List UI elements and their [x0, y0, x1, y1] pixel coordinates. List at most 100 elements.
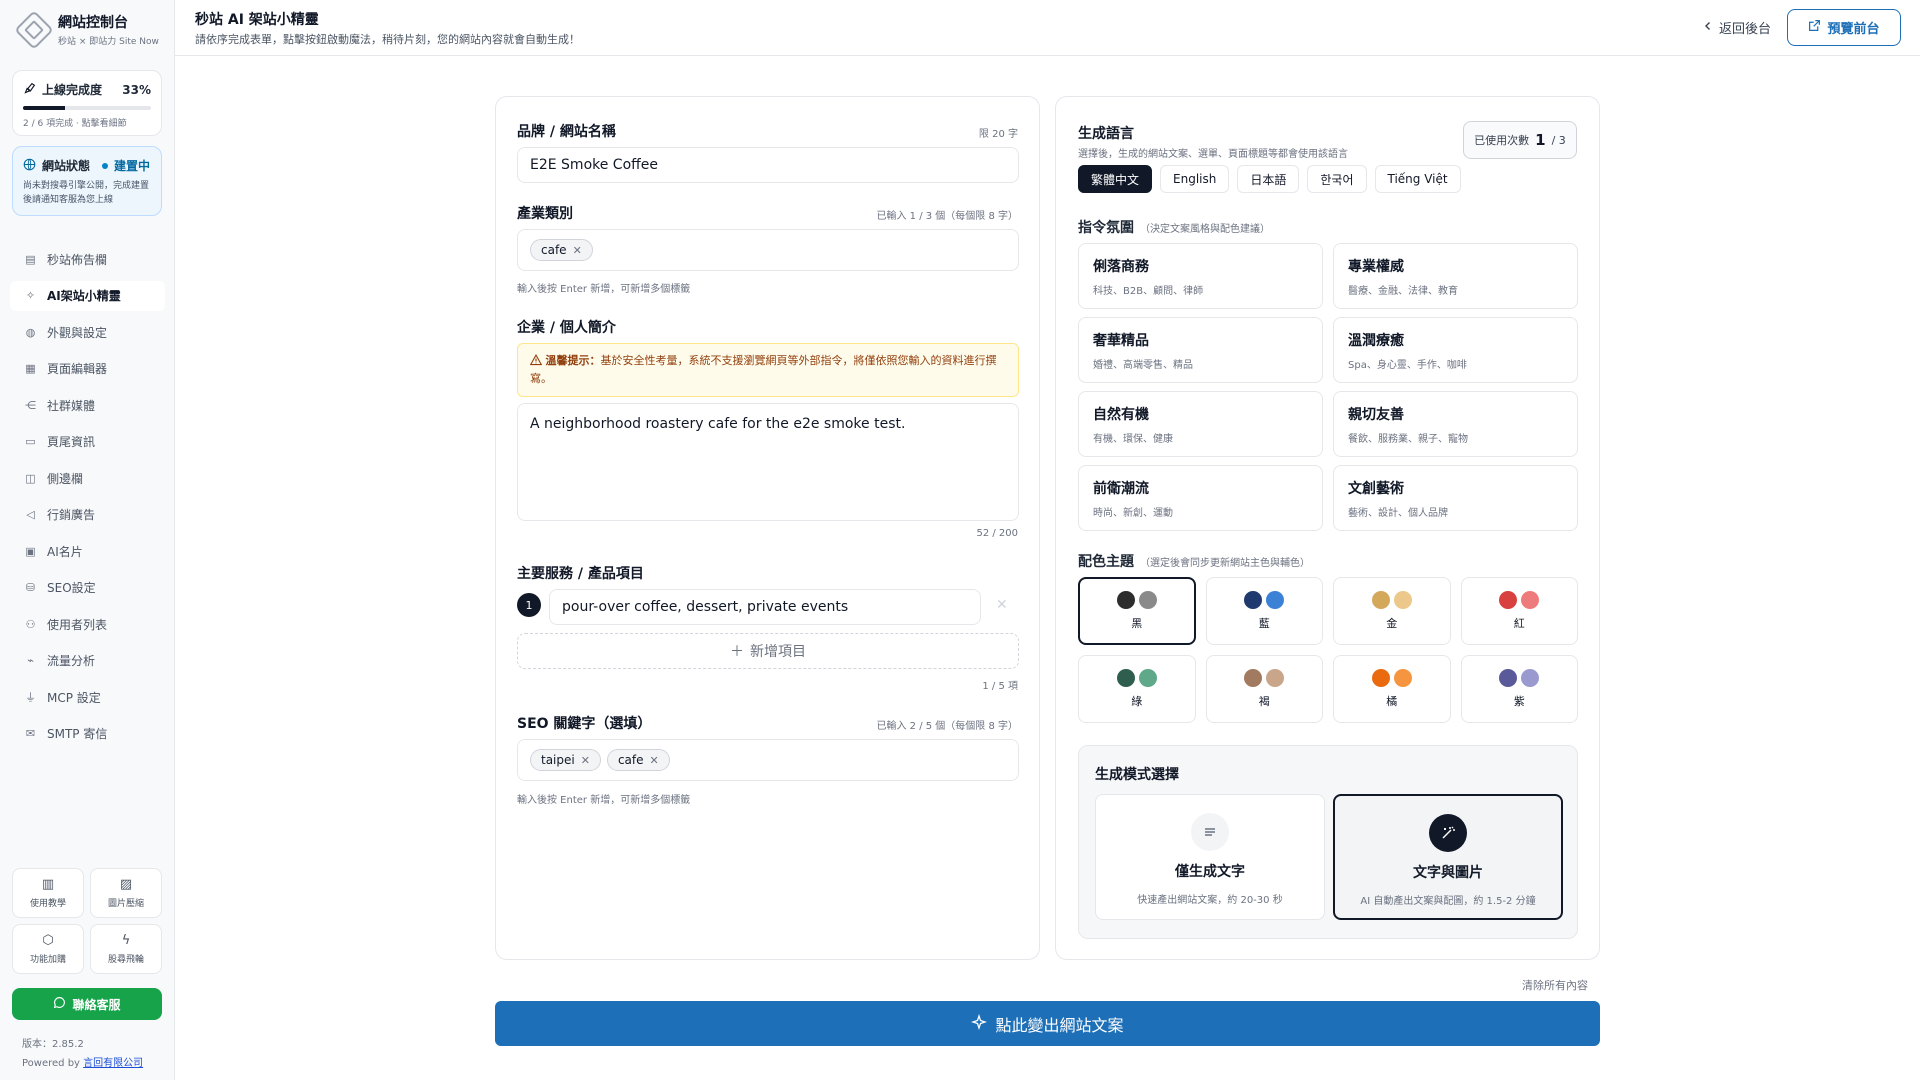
- industry-hint: 已輸入 1 / 3 個（每個限 8 字）: [876, 211, 1018, 222]
- sidebar-item-6[interactable]: ◫ 側邊欄: [10, 463, 165, 493]
- palette-header: 配色主題 （選定後會同步更新網站主色與輔色）: [1078, 551, 1310, 571]
- generate-button[interactable]: 點此變出網站文案: [495, 1001, 1600, 1046]
- brand-name-hint: 限 20 字: [978, 129, 1018, 140]
- mood-option[interactable]: 親切友善 餐飲、服務業、親子、寵物: [1333, 391, 1578, 457]
- generate-label: 點此變出網站文案: [995, 1015, 1124, 1035]
- industry-label: 產業類別: [517, 206, 573, 222]
- tool-button-3[interactable]: ϟ 股尋飛輪: [90, 924, 162, 974]
- primary-swatch: [1371, 591, 1390, 609]
- secondary-swatch: [1266, 591, 1285, 609]
- sidebar-item-5[interactable]: ▭ 頁尾資訊: [10, 427, 165, 457]
- palette-option[interactable]: 褐: [1205, 655, 1323, 723]
- mood-desc: 餐飲、服務業、親子、寵物: [1348, 434, 1468, 445]
- mood-option[interactable]: 俐落商務 科技、B2B、顧問、律師: [1078, 243, 1323, 309]
- sidebar-item-label: 頁尾資訊: [47, 435, 96, 449]
- status-dot: [102, 162, 109, 169]
- primary-swatch: [1371, 669, 1390, 687]
- seo-tag-input[interactable]: taipei ✕ cafe ✕: [517, 739, 1019, 781]
- palette-option[interactable]: 金: [1333, 577, 1451, 645]
- brand[interactable]: 網站控制台 秒站 × 即站力 Site Now: [14, 9, 159, 50]
- contact-support-button[interactable]: 聯絡客服: [12, 988, 162, 1020]
- language-option[interactable]: Tiếng Việt: [1374, 165, 1461, 193]
- service-item-number: 1: [517, 593, 541, 617]
- sidebar-item-1[interactable]: ✧ AI架站小精靈: [10, 280, 165, 311]
- mode-text-only[interactable]: 僅生成文字 快速產出網站文案，約 20-30 秒: [1095, 794, 1325, 920]
- language-options: 繁體中文 English 日本語 한국어 Tiếng Việt: [1078, 165, 1461, 193]
- mood-option[interactable]: 奢華精品 婚禮、高端零售、精品: [1078, 317, 1323, 383]
- close-icon[interactable]: ✕: [650, 754, 659, 767]
- preview-frontend-button[interactable]: 預覽前台: [1787, 9, 1901, 46]
- palette-option[interactable]: 紫: [1460, 655, 1578, 723]
- mode-text-and-image[interactable]: 文字與圖片 AI 自動產出文案與配圖，約 1.5-2 分鐘: [1333, 794, 1563, 920]
- close-icon[interactable]: ✕: [581, 754, 590, 767]
- palette-option[interactable]: 橘: [1333, 655, 1451, 723]
- sidebar-item-0[interactable]: ▤ 秒站佈告欄: [10, 244, 165, 274]
- mood-option[interactable]: 文創藝術 藝術、設計、個人品牌: [1333, 465, 1578, 531]
- sidebar-item-11[interactable]: ⌁ 流量分析: [10, 646, 165, 676]
- sidebar-item-2[interactable]: ◍ 外觀與設定: [10, 317, 165, 347]
- palette-swatches: [1116, 669, 1157, 687]
- layout-icon: ▦: [25, 362, 36, 375]
- website-info-form: 品牌 / 網站名稱 限 20 字 E2E Smoke Coffee 產業類別 已…: [495, 96, 1040, 960]
- close-icon[interactable]: ✕: [573, 244, 582, 257]
- brand-name-input[interactable]: E2E Smoke Coffee: [517, 147, 1019, 183]
- language-option[interactable]: 繁體中文: [1078, 165, 1153, 193]
- sidebar-item-13[interactable]: ✉ SMTP 寄信: [10, 719, 165, 749]
- clear-all-link[interactable]: 清除所有內容: [1522, 977, 1588, 993]
- preview-label: 預覽前台: [1827, 22, 1880, 37]
- tool-label: 功能加購: [29, 955, 66, 965]
- primary-swatch: [1244, 591, 1263, 609]
- chart-icon: ⌁: [27, 654, 34, 667]
- seo-label: SEO 關鍵字（選填）: [517, 716, 652, 732]
- back-to-admin-link[interactable]: 返回後台: [1703, 18, 1771, 37]
- mood-note: （決定文案風格與配色建議）: [1140, 224, 1270, 235]
- sidebar-item-7[interactable]: ◁ 行銷廣告: [10, 500, 165, 530]
- mood-title: 前衛潮流: [1093, 481, 1149, 497]
- external-link-icon: [1808, 19, 1821, 36]
- add-service-item-button[interactable]: ＋ 新增項目: [517, 633, 1019, 669]
- brand-logo-icon: [14, 9, 54, 50]
- language-label: 生成語言: [1078, 126, 1134, 142]
- mode-text-and-image-desc: AI 自動產出文案與配圖，約 1.5-2 分鐘: [1360, 896, 1536, 907]
- tool-button-1[interactable]: ▨ 圖片壓縮: [90, 868, 162, 918]
- mood-option[interactable]: 自然有機 有機、環保、健康: [1078, 391, 1323, 457]
- palette-option[interactable]: 藍: [1205, 577, 1323, 645]
- service-item-input[interactable]: pour-over coffee, dessert, private event…: [549, 589, 981, 625]
- chevron-left-icon: [1703, 20, 1713, 35]
- package-icon: ⬡: [42, 933, 54, 948]
- language-option[interactable]: 한국어: [1307, 165, 1367, 193]
- industry-tag-input[interactable]: cafe ✕: [517, 229, 1019, 271]
- language-option[interactable]: English: [1160, 165, 1230, 193]
- tag-label: cafe: [617, 753, 644, 767]
- sidebar-item-4[interactable]: ⋲ 社群媒體: [10, 390, 165, 420]
- palette-name: 藍: [1258, 617, 1270, 630]
- launch-progress-card[interactable]: 上線完成度 33% 2 / 6 項完成 · 點擊看細節: [12, 70, 162, 136]
- remove-item-icon[interactable]: ✕: [996, 597, 1008, 613]
- palette-name: 褐: [1258, 695, 1270, 708]
- sidebar-item-8[interactable]: ▣ AI名片: [10, 536, 165, 566]
- language-option[interactable]: 日本語: [1237, 165, 1300, 193]
- tool-button-2[interactable]: ⬡ 功能加購: [12, 924, 84, 974]
- mood-option[interactable]: 溫潤療癒 Spa、身心靈、手作、咖啡: [1333, 317, 1578, 383]
- company-link[interactable]: 言回有限公司: [83, 1058, 143, 1069]
- sparkle-icon: ✧: [25, 289, 36, 302]
- secondary-swatch: [1138, 669, 1157, 687]
- users-icon: ⚇: [25, 617, 36, 631]
- mail-icon: ✉: [25, 727, 36, 740]
- tool-label: 股尋飛輪: [107, 955, 144, 965]
- tool-button-0[interactable]: ▥ 使用教學: [12, 868, 84, 918]
- sidebar-item-10[interactable]: ⚇ 使用者列表: [10, 609, 165, 639]
- sidebar-item-9[interactable]: ⛁ SEO設定: [10, 573, 165, 603]
- seo-hint: 已輸入 2 / 5 個（每個限 8 字）: [876, 721, 1018, 732]
- mood-option[interactable]: 專業權威 醫療、金融、法律、教育: [1333, 243, 1578, 309]
- intro-textarea[interactable]: A neighborhood roastery cafe for the e2e…: [517, 403, 1019, 521]
- palette-swatches: [1244, 591, 1285, 609]
- palette-option[interactable]: 綠: [1078, 655, 1196, 723]
- sidebar-item-3[interactable]: ▦ 頁面編輯器: [10, 354, 165, 384]
- mood-option[interactable]: 前衛潮流 時尚、新創、運動: [1078, 465, 1323, 531]
- palette-option[interactable]: 黑: [1078, 577, 1196, 645]
- brand-subtitle: 秒站 × 即站力 Site Now: [58, 37, 159, 47]
- sidebar-item-12[interactable]: ⏚ MCP 設定: [10, 682, 165, 712]
- primary-swatch: [1116, 669, 1135, 687]
- palette-option[interactable]: 紅: [1460, 577, 1578, 645]
